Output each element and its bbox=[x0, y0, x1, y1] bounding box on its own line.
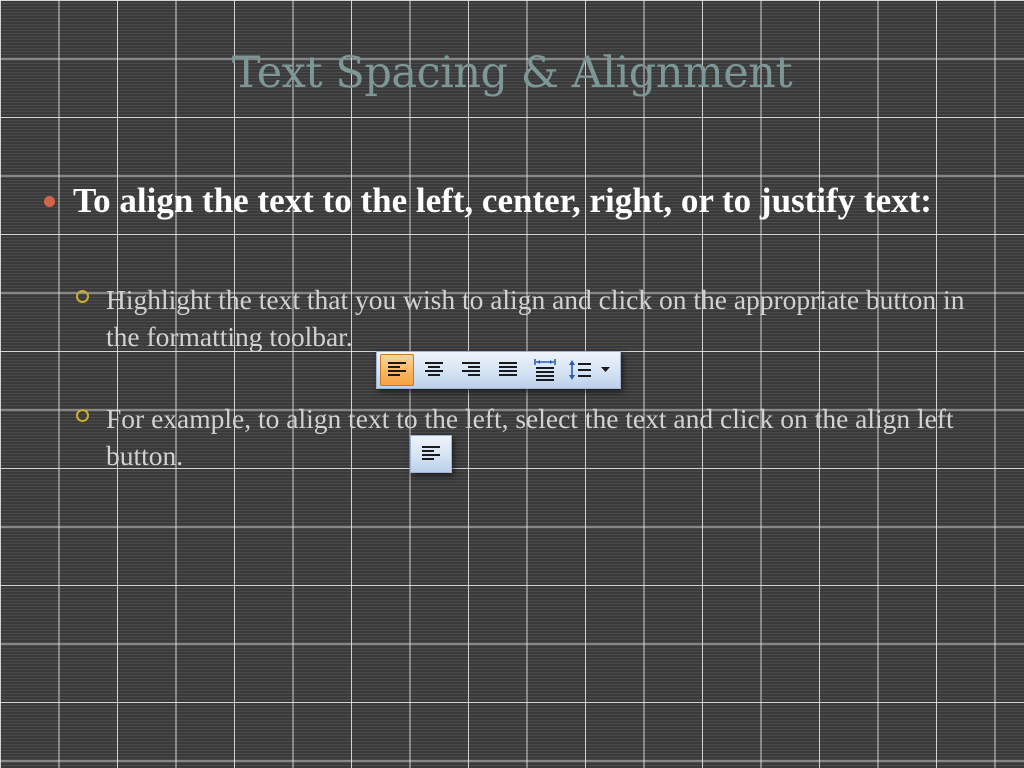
justify-button[interactable] bbox=[491, 354, 525, 386]
justify-icon bbox=[499, 362, 517, 376]
slide-title: Text Spacing & Alignment bbox=[231, 48, 793, 98]
align-left-icon bbox=[388, 362, 406, 376]
distributed-icon bbox=[534, 359, 556, 381]
align-center-icon bbox=[425, 362, 443, 376]
align-left-example-button[interactable] bbox=[410, 435, 452, 473]
line-spacing-button[interactable] bbox=[565, 354, 595, 386]
slide: Text Spacing & Alignment To align the te… bbox=[0, 0, 1024, 768]
align-right-button[interactable] bbox=[454, 354, 488, 386]
sub-bullet-1-text: Highlight the text that you wish to alig… bbox=[106, 284, 965, 352]
align-left-icon bbox=[422, 446, 440, 460]
line-spacing-dropdown[interactable] bbox=[595, 354, 615, 386]
sub-bullet-2: For example, to align text to the left, … bbox=[76, 400, 996, 474]
main-bullet-text: To align the text to the left, center, r… bbox=[73, 181, 932, 220]
align-right-icon bbox=[462, 362, 480, 376]
bullet-dot-icon bbox=[44, 196, 55, 207]
ring-bullet-icon bbox=[76, 290, 89, 303]
align-left-button[interactable] bbox=[380, 354, 414, 386]
ring-bullet-icon bbox=[76, 409, 89, 422]
align-center-button[interactable] bbox=[417, 354, 451, 386]
line-spacing-icon bbox=[569, 360, 591, 380]
main-bullet: To align the text to the left, center, r… bbox=[44, 178, 994, 224]
sub-bullet-1: Highlight the text that you wish to alig… bbox=[76, 281, 996, 355]
sub-bullet-2-text: For example, to align text to the left, … bbox=[106, 403, 954, 471]
distributed-button[interactable] bbox=[528, 354, 562, 386]
dropdown-arrow-icon bbox=[600, 367, 610, 372]
alignment-toolbar bbox=[376, 351, 621, 389]
